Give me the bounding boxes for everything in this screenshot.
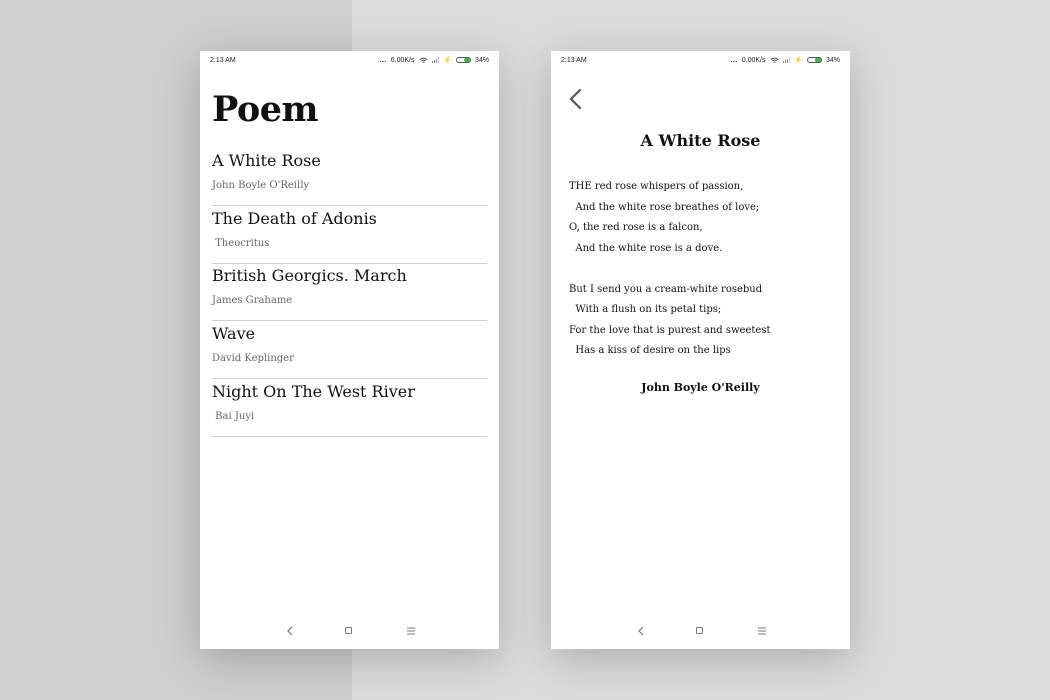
network-speed: 6.00K/s — [390, 56, 415, 64]
nav-back-icon[interactable] — [637, 625, 645, 637]
signal-icon — [782, 57, 791, 63]
back-arrow-icon[interactable] — [567, 87, 585, 111]
poem-title: A White Rose — [640, 131, 761, 150]
poem-line: For the love that is purest and sweetest — [569, 324, 771, 336]
stanza: THE red rose whispers of passion, And th… — [569, 177, 839, 259]
poem-item-author: Bai Juyi — [212, 410, 255, 422]
wifi-icon — [419, 57, 427, 63]
poem-line: But I send you a cream-white rosebud — [569, 283, 763, 295]
list-item[interactable]: British Georgics. March James Grahame — [212, 264, 487, 322]
list-item[interactable]: The Death of Adonis Theocritus — [212, 207, 487, 264]
wifi-icon — [770, 57, 778, 63]
poem-line: With a flush on its petal tips; — [569, 304, 722, 315]
poem-item-title: A White Rose — [212, 151, 321, 170]
poem-line: O, the red rose is a falcon, — [569, 222, 703, 233]
nav-back-icon[interactable] — [286, 625, 294, 637]
poem-item-title: British Georgics. March — [212, 266, 407, 286]
poem-list: A White Rose John Boyle O'Reilly The Dea… — [212, 149, 487, 437]
charging-icon: ⚡ — [794, 57, 803, 64]
charging-icon: ⚡ — [443, 57, 452, 64]
poem-item-author: David Keplinger — [212, 353, 294, 365]
battery-percent: 34% — [825, 56, 840, 64]
poem-author: John Boyle O'Reilly — [641, 381, 760, 394]
phone-screen-detail: 2:13 AM ... 0.00K/s ⚡ 34% A White Rose T… — [551, 51, 850, 649]
status-bar: 2:13 AM ... 6.00K/s ⚡ 34% — [200, 51, 499, 71]
nav-menu-icon[interactable] — [407, 627, 415, 635]
poem-body: THE red rose whispers of passion, And th… — [569, 177, 839, 382]
signal-icon — [431, 57, 440, 63]
poem-line: THE red rose whispers of passion, — [569, 181, 744, 192]
status-indicators: ... 0.00K/s ⚡ 34% — [730, 56, 840, 65]
poem-item-title: Wave — [212, 324, 256, 344]
status-time: 2:13 AM — [210, 57, 236, 64]
system-nav-bar — [200, 621, 499, 641]
poem-item-author: James Grahame — [212, 295, 293, 307]
status-time: 2:13 AM — [561, 57, 587, 64]
poem-line: And the white rose is a dove. — [569, 242, 723, 254]
poem-item-author: John Boyle O'Reilly — [212, 180, 310, 191]
poem-item-title: Night On The West River — [212, 381, 415, 401]
nav-home-icon[interactable] — [345, 627, 352, 634]
battery-icon — [455, 57, 471, 63]
system-nav-bar — [551, 621, 850, 641]
status-dots: ... — [379, 56, 387, 64]
battery-percent: 34% — [474, 56, 489, 64]
poem-item-title: The Death of Adonis — [212, 208, 377, 228]
nav-menu-icon[interactable] — [758, 627, 766, 635]
stanza: But I send you a cream-white rosebud Wit… — [569, 280, 839, 362]
network-speed: 0.00K/s — [741, 56, 766, 64]
poem-line: And the white rose breathes of love; — [569, 201, 760, 213]
poem-line: Has a kiss of desire on the lips — [569, 345, 731, 356]
poem-item-author: Theocritus — [212, 237, 270, 249]
list-item[interactable]: A White Rose John Boyle O'Reilly — [212, 149, 487, 206]
status-dots: ... — [730, 56, 738, 64]
list-item[interactable]: Night On The West River Bai Juyi — [212, 380, 487, 437]
status-indicators: ... 6.00K/s ⚡ 34% — [379, 56, 489, 65]
page-title: Poem — [212, 89, 319, 130]
status-bar: 2:13 AM ... 0.00K/s ⚡ 34% — [551, 51, 850, 71]
phone-screen-list: 2:13 AM ... 6.00K/s ⚡ 34% Poem A White R… — [200, 51, 499, 649]
battery-icon — [806, 57, 822, 63]
nav-home-icon[interactable] — [696, 627, 703, 634]
list-item[interactable]: Wave David Keplinger — [212, 322, 487, 380]
